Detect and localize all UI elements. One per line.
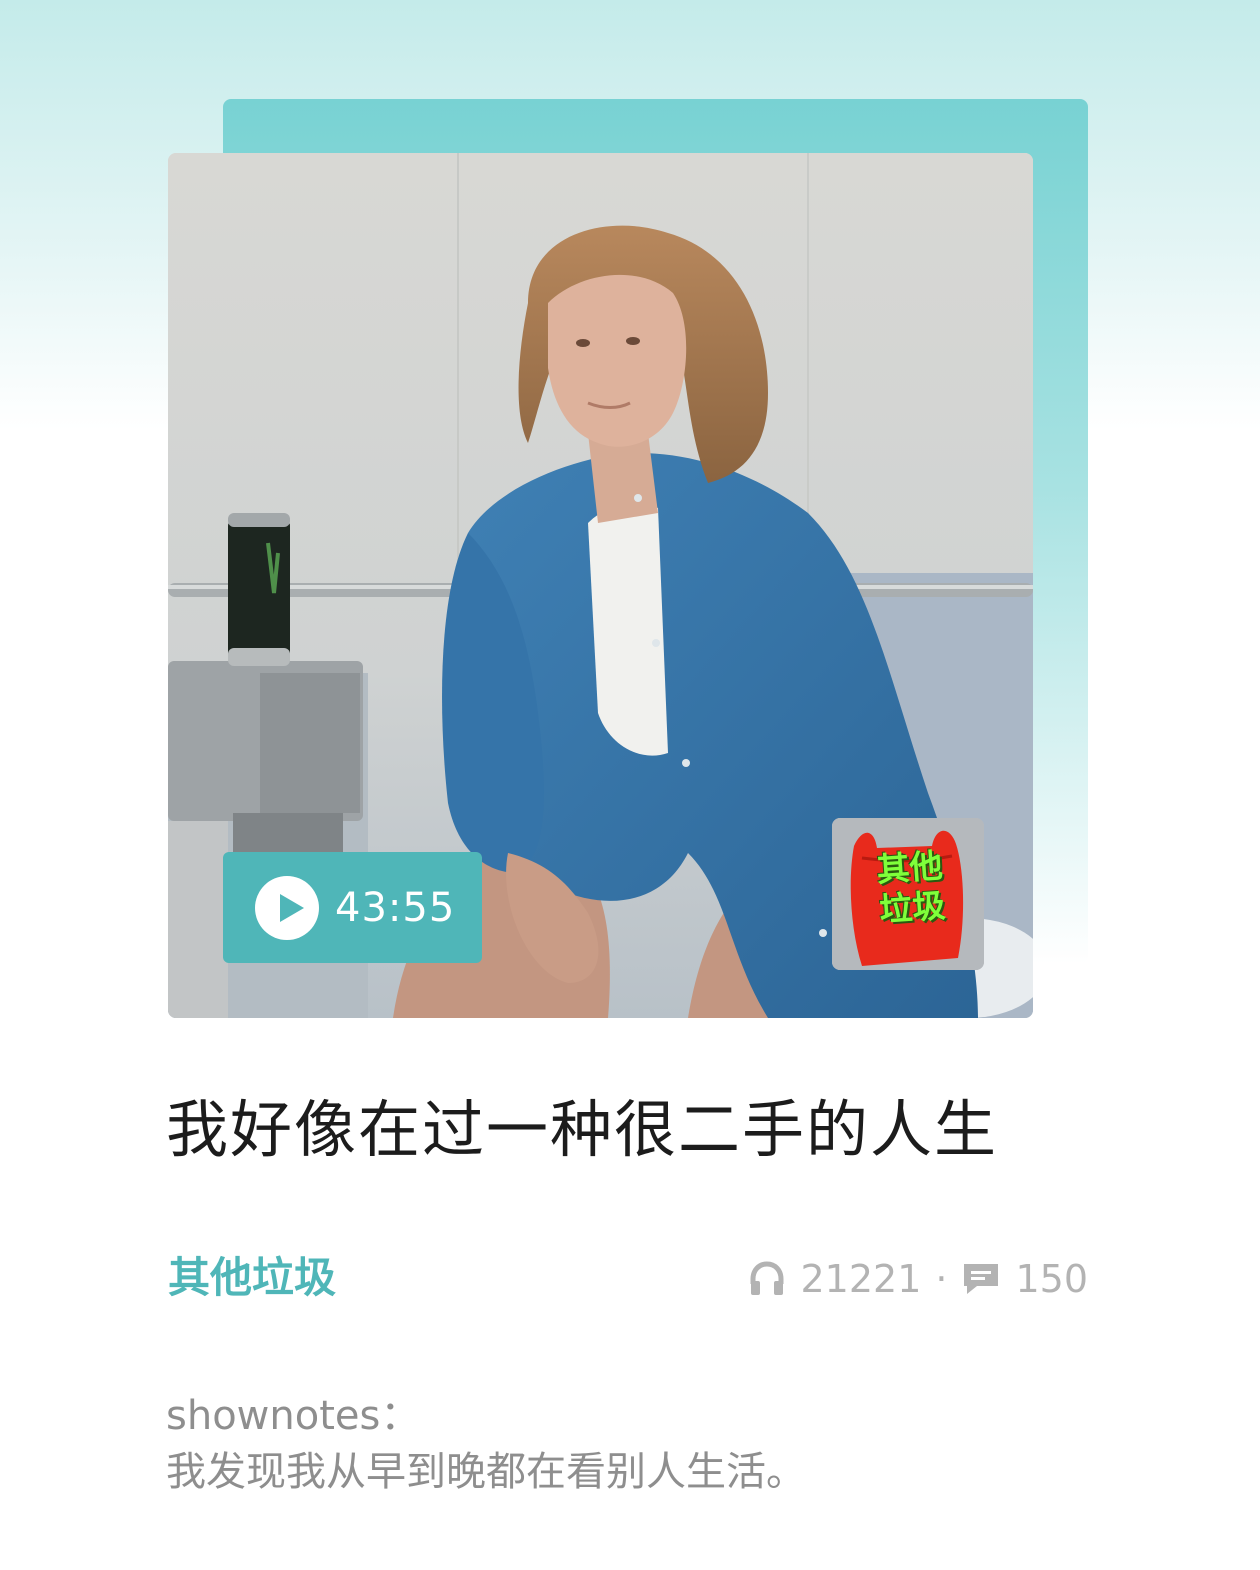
episode-stats: 21221 · 150	[748, 1254, 1088, 1304]
shownotes-heading: shownotes：	[166, 1393, 421, 1439]
duration-label: 43:55	[335, 884, 456, 931]
shownotes: shownotes： 我发现我从早到晚都在看别人生活。	[166, 1388, 806, 1500]
shownotes-body: 我发现我从早到晚都在看别人生活。	[166, 1449, 806, 1495]
play-duration-button[interactable]: 43:55	[223, 852, 482, 963]
comment-count[interactable]: 150	[1015, 1254, 1088, 1304]
headphones-icon	[748, 1260, 786, 1298]
stats-separator: ·	[935, 1257, 948, 1301]
play-icon[interactable]	[255, 875, 319, 940]
podcast-name-link[interactable]: 其他垃圾	[168, 1250, 336, 1306]
comment-icon[interactable]	[961, 1260, 1001, 1298]
podcast-logo[interactable]: 其他 垃圾	[832, 818, 984, 970]
episode-title: 我好像在过一种很二手的人生	[166, 1093, 999, 1166]
podcast-logo-text: 其他 垃圾	[875, 845, 947, 930]
play-count: 21221	[800, 1257, 922, 1301]
